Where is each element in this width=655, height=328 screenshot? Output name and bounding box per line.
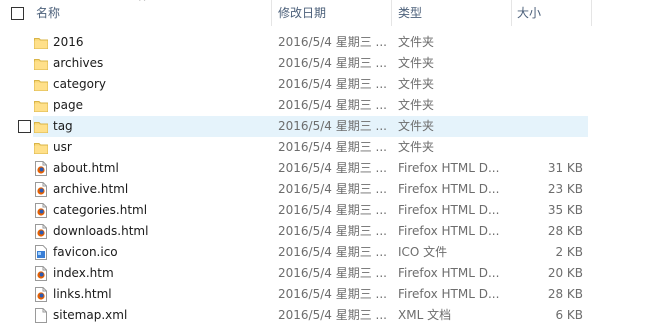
file-size	[515, 32, 583, 53]
file-size	[515, 53, 583, 74]
file-size: 20 KB	[547, 266, 583, 280]
file-date: 2016/5/4 星期三 ...	[278, 56, 387, 70]
file-size: 6 KB	[555, 308, 583, 322]
file-name: sitemap.xml	[53, 308, 128, 322]
file-name: links.html	[53, 287, 112, 301]
folder-icon	[34, 140, 48, 155]
folder-icon	[34, 77, 48, 92]
firefox-html-icon	[34, 161, 48, 176]
file-date: 2016/5/4 星期三 ...	[278, 77, 387, 91]
column-divider[interactable]	[511, 0, 512, 26]
column-header-name[interactable]: 名称	[36, 0, 60, 26]
file-name: about.html	[53, 161, 119, 175]
folder-icon	[34, 56, 48, 71]
file-type: 文件夹	[398, 119, 435, 133]
file-name: downloads.html	[53, 224, 149, 238]
file-row[interactable]: usr 2016/5/4 星期三 ... 文件夹	[0, 137, 655, 158]
column-divider[interactable]	[591, 0, 592, 26]
file-type: Firefox HTML D...	[398, 182, 500, 196]
file-name: archive.html	[53, 182, 129, 196]
file-name: favicon.ico	[53, 245, 118, 259]
select-all-checkbox[interactable]	[11, 7, 24, 20]
file-row[interactable]: sitemap.xml 2016/5/4 星期三 ... XML 文档 6 KB	[0, 305, 655, 326]
file-row[interactable]: tag 2016/5/4 星期三 ... 文件夹	[0, 116, 655, 137]
file-date: 2016/5/4 星期三 ...	[278, 35, 387, 49]
file-type: 文件夹	[398, 98, 435, 112]
sort-ascending-icon: ^	[138, 0, 147, 8]
firefox-html-icon	[34, 203, 48, 218]
file-date: 2016/5/4 星期三 ...	[278, 98, 387, 112]
file-type: 文件夹	[398, 35, 435, 49]
file-row[interactable]: archive.html 2016/5/4 星期三 ... Firefox HTML…	[0, 179, 655, 200]
file-size: 28 KB	[547, 224, 583, 238]
firefox-html-icon	[34, 266, 48, 281]
file-date: 2016/5/4 星期三 ...	[278, 161, 387, 175]
file-date: 2016/5/4 星期三 ...	[278, 308, 387, 322]
file-date: 2016/5/4 星期三 ...	[278, 140, 387, 154]
file-type: 文件夹	[398, 56, 435, 70]
file-date: 2016/5/4 星期三 ...	[278, 119, 387, 133]
file-date: 2016/5/4 星期三 ...	[278, 182, 387, 196]
file-date: 2016/5/4 星期三 ...	[278, 266, 387, 280]
file-date: 2016/5/4 星期三 ...	[278, 203, 387, 217]
file-name: usr	[53, 140, 72, 154]
file-row[interactable]: about.html 2016/5/4 星期三 ... Firefox HTML D…	[0, 158, 655, 179]
file-name: 2016	[53, 35, 84, 49]
column-header: 名称 ^ 修改日期 类型 大小	[0, 0, 655, 26]
row-checkbox[interactable]	[18, 120, 31, 133]
file-row[interactable]: links.html 2016/5/4 星期三 ... Firefox HTML D…	[0, 284, 655, 305]
file-size: 31 KB	[547, 161, 583, 175]
column-header-date[interactable]: 修改日期	[278, 0, 326, 26]
file-type: Firefox HTML D...	[398, 203, 500, 217]
file-date: 2016/5/4 星期三 ...	[278, 245, 387, 259]
file-row[interactable]: category 2016/5/4 星期三 ... 文件夹	[0, 74, 655, 95]
file-size: 23 KB	[547, 182, 583, 196]
firefox-html-icon	[34, 224, 48, 239]
column-header-type[interactable]: 类型	[398, 0, 422, 26]
file-row[interactable]: favicon.ico 2016/5/4 星期三 ... ICO 文件 2 KB	[0, 242, 655, 263]
folder-icon	[34, 119, 48, 134]
file-type: Firefox HTML D...	[398, 224, 500, 238]
firefox-html-icon	[34, 287, 48, 302]
column-divider[interactable]	[271, 0, 272, 26]
file-type: Firefox HTML D...	[398, 287, 500, 301]
firefox-html-icon	[34, 182, 48, 197]
file-row[interactable]: 2016 2016/5/4 星期三 ... 文件夹	[0, 32, 655, 53]
file-row[interactable]: page 2016/5/4 星期三 ... 文件夹	[0, 95, 655, 116]
file-row[interactable]: archives 2016/5/4 星期三 ... 文件夹	[0, 53, 655, 74]
file-type: Firefox HTML D...	[398, 266, 500, 280]
file-size: 2 KB	[555, 245, 583, 259]
file-date: 2016/5/4 星期三 ...	[278, 224, 387, 238]
file-row[interactable]: downloads.html 2016/5/4 星期三 ... Firefox HT…	[0, 221, 655, 242]
file-name: category	[53, 77, 107, 91]
file-size	[515, 137, 583, 158]
file-name: archives	[53, 56, 104, 70]
file-type: ICO 文件	[398, 245, 448, 259]
file-size: 35 KB	[547, 203, 583, 217]
file-name: categories.html	[53, 203, 148, 217]
xml-file-icon	[34, 308, 48, 323]
file-size	[515, 74, 583, 95]
file-size	[515, 95, 583, 116]
folder-icon	[34, 35, 48, 50]
file-name: page	[53, 98, 83, 112]
folder-icon	[34, 98, 48, 113]
ico-file-icon	[34, 245, 48, 260]
column-divider[interactable]	[391, 0, 392, 26]
file-type: 文件夹	[398, 140, 435, 154]
file-size	[515, 116, 583, 137]
file-name: tag	[53, 119, 73, 133]
file-date: 2016/5/4 星期三 ...	[278, 287, 387, 301]
column-header-size[interactable]: 大小	[517, 0, 541, 26]
file-size: 28 KB	[547, 287, 583, 301]
file-type: 文件夹	[398, 77, 435, 91]
file-type: Firefox HTML D...	[398, 161, 500, 175]
file-type: XML 文档	[398, 308, 452, 322]
file-name: index.htm	[53, 266, 114, 280]
file-row[interactable]: categories.html 2016/5/4 星期三 ... Firefox H…	[0, 200, 655, 221]
file-row[interactable]: index.htm 2016/5/4 星期三 ... Firefox HTML D.…	[0, 263, 655, 284]
